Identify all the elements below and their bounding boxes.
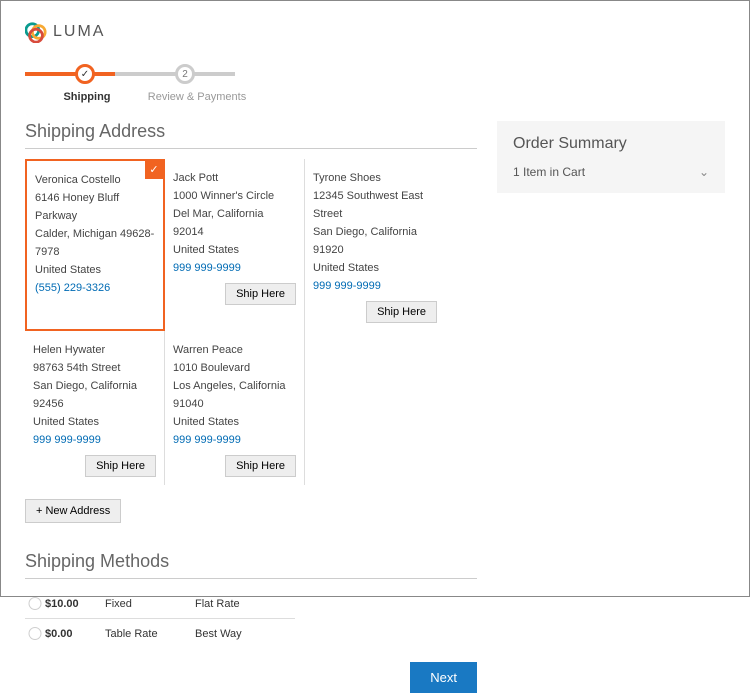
shipping-methods-heading: Shipping Methods — [25, 551, 477, 572]
address-card[interactable]: Helen Hywater 98763 54th Street San Dieg… — [25, 331, 165, 485]
address-country: United States — [33, 413, 156, 431]
divider — [25, 578, 477, 579]
check-icon: ✓ — [81, 69, 89, 80]
ship-here-button[interactable]: Ship Here — [225, 283, 296, 305]
shipping-method-row[interactable]: $0.00 Table Rate Best Way — [25, 619, 295, 648]
address-country: United States — [35, 261, 155, 279]
address-name: Tyrone Shoes — [313, 169, 437, 187]
address-phone[interactable]: 999 999-9999 — [33, 431, 156, 449]
address-card[interactable]: Tyrone Shoes 12345 Southwest East Street… — [305, 159, 445, 331]
method-carrier: Flat Rate — [195, 598, 295, 610]
address-name: Veronica Costello — [35, 171, 155, 189]
address-line2: San Diego, California 91920 — [313, 223, 437, 259]
order-summary-heading: Order Summary — [513, 135, 709, 153]
order-summary-sidebar: Order Summary 1 Item in Cart ⌄ — [497, 121, 725, 193]
address-country: United States — [173, 413, 296, 431]
method-type: Table Rate — [105, 628, 195, 640]
cart-items-label: 1 Item in Cart — [513, 165, 585, 179]
address-name: Warren Peace — [173, 341, 296, 359]
new-address-button[interactable]: + New Address — [25, 499, 121, 523]
shipping-methods-table: $10.00 Fixed Flat Rate $0.00 Table Rate … — [25, 589, 295, 648]
shipping-method-radio[interactable] — [25, 627, 45, 640]
address-grid: ✓ Veronica Costello 6146 Honey Bluff Par… — [25, 159, 477, 485]
address-card[interactable]: Jack Pott 1000 Winner's Circle Del Mar, … — [165, 159, 305, 331]
step-review-indicator: 2 — [175, 64, 195, 84]
next-button[interactable]: Next — [410, 662, 477, 693]
address-line1: 6146 Honey Bluff Parkway — [35, 189, 155, 225]
address-phone[interactable]: 999 999-9999 — [313, 277, 437, 295]
address-line1: 98763 54th Street — [33, 359, 156, 377]
step-shipping-indicator: ✓ — [75, 64, 95, 84]
step-label-review: Review & Payments — [137, 91, 257, 103]
method-price: $10.00 — [45, 598, 105, 610]
address-phone[interactable]: (555) 229-3326 — [35, 279, 155, 297]
checkout-progress: ✓ 2 — [25, 59, 235, 87]
chevron-down-icon: ⌄ — [699, 165, 709, 179]
address-country: United States — [313, 259, 437, 277]
logo[interactable]: LUMA — [25, 21, 725, 43]
step-label-shipping: Shipping — [37, 91, 137, 103]
address-country: United States — [173, 241, 296, 259]
address-line1: 1000 Winner's Circle — [173, 187, 296, 205]
address-card[interactable]: ✓ Veronica Costello 6146 Honey Bluff Par… — [25, 159, 165, 331]
logo-text: LUMA — [53, 23, 105, 41]
shipping-method-radio[interactable] — [25, 597, 45, 610]
selected-check-icon: ✓ — [145, 161, 163, 179]
method-carrier: Best Way — [195, 628, 295, 640]
method-type: Fixed — [105, 598, 195, 610]
cart-toggle[interactable]: 1 Item in Cart ⌄ — [513, 165, 709, 179]
divider — [25, 148, 477, 149]
ship-here-button[interactable]: Ship Here — [85, 455, 156, 477]
address-line2: San Diego, California 92456 — [33, 377, 156, 413]
address-line2: Los Angeles, California 91040 — [173, 377, 296, 413]
shipping-method-row[interactable]: $10.00 Fixed Flat Rate — [25, 589, 295, 619]
address-line1: 1010 Boulevard — [173, 359, 296, 377]
ship-here-button[interactable]: Ship Here — [366, 301, 437, 323]
luma-logo-icon — [25, 21, 47, 43]
address-phone[interactable]: 999 999-9999 — [173, 431, 296, 449]
address-line1: 12345 Southwest East Street — [313, 187, 437, 223]
address-name: Helen Hywater — [33, 341, 156, 359]
address-line2: Calder, Michigan 49628-7978 — [35, 225, 155, 261]
address-phone[interactable]: 999 999-9999 — [173, 259, 296, 277]
shipping-address-heading: Shipping Address — [25, 121, 477, 142]
address-name: Jack Pott — [173, 169, 296, 187]
address-line2: Del Mar, California 92014 — [173, 205, 296, 241]
address-card[interactable]: Warren Peace 1010 Boulevard Los Angeles,… — [165, 331, 305, 485]
ship-here-button[interactable]: Ship Here — [225, 455, 296, 477]
method-price: $0.00 — [45, 628, 105, 640]
